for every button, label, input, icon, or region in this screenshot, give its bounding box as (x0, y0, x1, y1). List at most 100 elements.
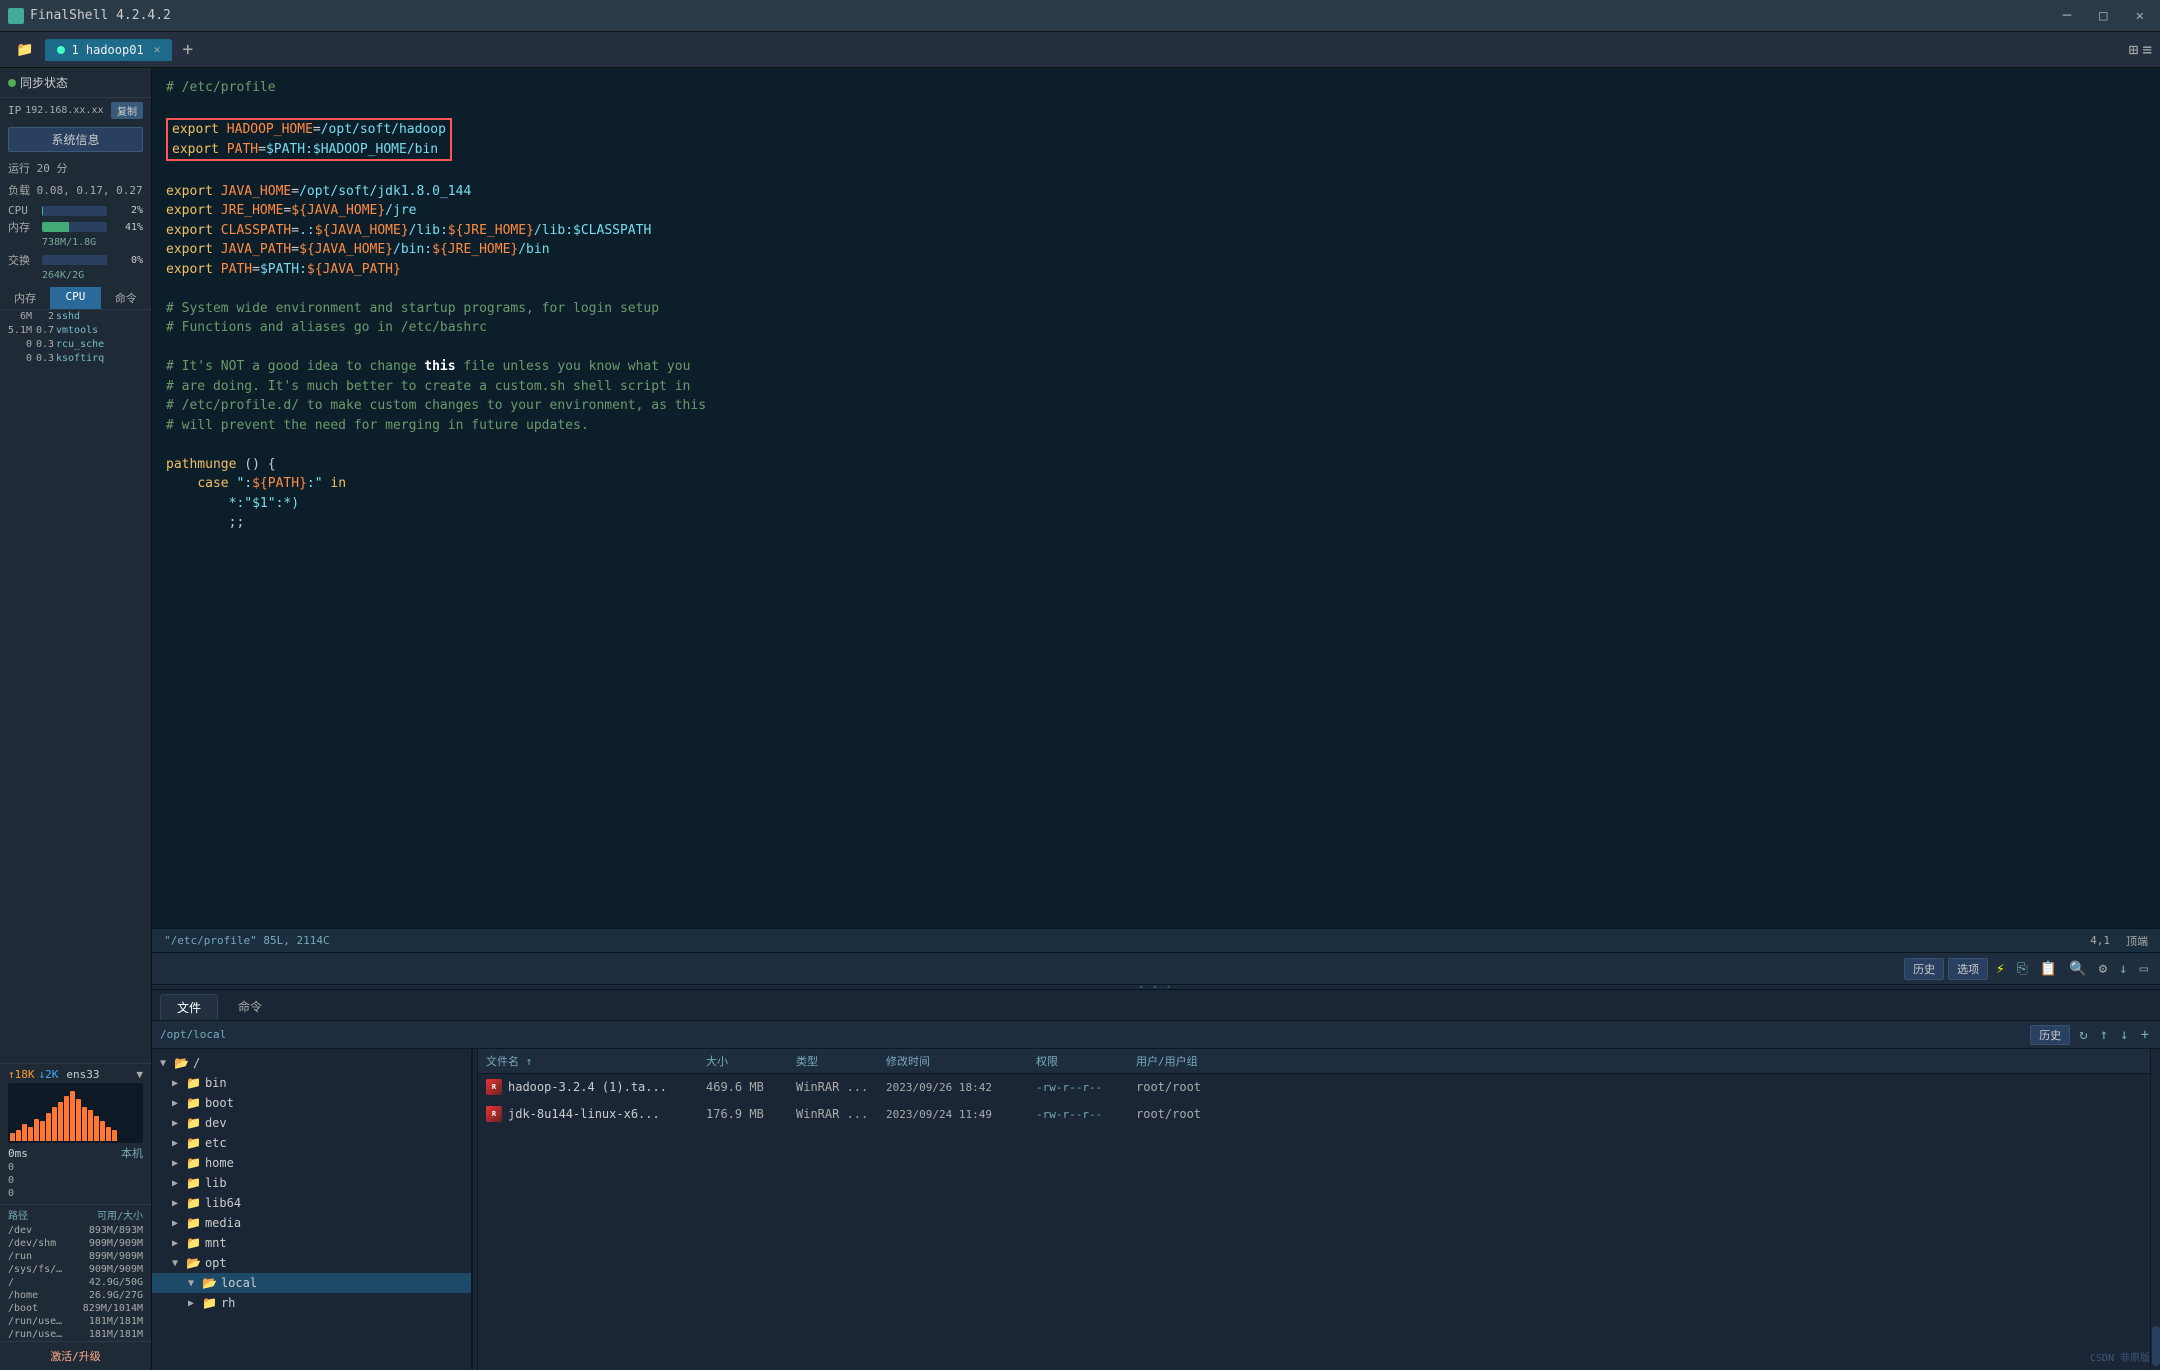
dir-item-lib[interactable]: ▶ 📁 lib (152, 1173, 471, 1193)
dir-item-lib64[interactable]: ▶ 📁 lib64 (152, 1193, 471, 1213)
dir-item-bin[interactable]: ▶ 📁 bin (152, 1073, 471, 1093)
header-user[interactable]: 用户/用户组 (1136, 1053, 1236, 1069)
swap-value: 0% (113, 255, 143, 266)
header-name[interactable]: 文件名 ↑ (486, 1053, 706, 1069)
net-bar (40, 1121, 45, 1141)
header-perm[interactable]: 权限 (1036, 1053, 1136, 1069)
list-view-icon[interactable]: ≡ (2142, 40, 2152, 59)
file-row[interactable]: R hadoop-3.2.4 (1).ta... 469.6 MB WinRAR… (478, 1074, 2150, 1101)
dir-item-home[interactable]: ▶ 📁 home (152, 1153, 471, 1173)
dir-item-dev[interactable]: ▶ 📁 dev (152, 1113, 471, 1133)
system-info-button[interactable]: 系统信息 (8, 127, 143, 152)
disk-section: 路径 可用/大小 /dev 893M/893M /dev/shm 909M/90… (0, 1204, 151, 1341)
sync-status: 同步状态 (0, 68, 151, 98)
directory-tree: ▼ 📂 / ▶ 📁 bin ▶ (152, 1049, 472, 1370)
tab-status-dot (57, 46, 65, 54)
scrollbar-thumb[interactable] (2152, 1326, 2160, 1366)
header-size[interactable]: 大小 (706, 1053, 796, 1069)
paste-icon[interactable]: 📋 (2036, 961, 2061, 977)
net-bar (52, 1107, 57, 1141)
dir-item-root[interactable]: ▼ 📂 / (152, 1053, 471, 1073)
window-icon[interactable]: ▭ (2136, 961, 2152, 977)
download-file-icon[interactable]: ↓ (2117, 1027, 2131, 1043)
terminal-line: export JAVA_PATH=${JAVA_HOME}/bin:${JRE_… (166, 240, 2146, 260)
terminal-line (166, 162, 2146, 182)
dir-item-boot[interactable]: ▶ 📁 boot (152, 1093, 471, 1113)
minimize-button[interactable]: ─ (2055, 6, 2079, 26)
net-upload: ↑18K (8, 1068, 35, 1081)
mem-bar-bg (42, 222, 107, 232)
sidebar: 同步状态 IP 192.168.xx.xx 复制 系统信息 运行 20 分 负载… (0, 68, 152, 1370)
cpu-label: CPU (8, 204, 36, 217)
disk-row: / 42.9G/50G (0, 1276, 151, 1289)
file-perm: -rw-r--r-- (1036, 1081, 1136, 1094)
proc-tab-cpu[interactable]: CPU (50, 287, 100, 309)
dir-item-media[interactable]: ▶ 📁 media (152, 1213, 471, 1233)
dir-name: opt (205, 1256, 227, 1270)
tab-hadoop01[interactable]: 1 hadoop01 ✕ (45, 39, 172, 61)
proc-tab-mem[interactable]: 内存 (0, 287, 50, 309)
net-download: ↓2K (39, 1068, 59, 1081)
dir-item-opt[interactable]: ▼ 📂 opt (152, 1253, 471, 1273)
ping-detail: 0 (8, 1187, 143, 1200)
terminal-output[interactable]: # /etc/profile export HADOOP_HOME=/opt/s… (152, 68, 2160, 928)
folder-icon: 📁 (186, 1096, 201, 1110)
search-icon[interactable]: 🔍 (2065, 961, 2090, 977)
app-container: 📁 1 hadoop01 ✕ + ⊞ ≡ 同步状态 IP 192.168.xx.… (0, 32, 2160, 1370)
disk-avail-header: 可用/大小 (97, 1207, 143, 1222)
header-date[interactable]: 修改时间 (886, 1053, 1036, 1069)
proc-cmd: ksoftirq (56, 353, 147, 364)
ip-row: IP 192.168.xx.xx 复制 (0, 98, 151, 123)
new-folder-icon[interactable]: + (2138, 1027, 2152, 1043)
dir-name: media (205, 1216, 241, 1230)
bottom-tab-commands[interactable]: 命令 (222, 994, 278, 1020)
sync-label: 同步状态 (20, 74, 68, 91)
mem-label: 内存 (8, 219, 36, 235)
net-bar (100, 1121, 105, 1141)
dir-item-local[interactable]: ▼ 📂 local (152, 1273, 471, 1293)
maximize-button[interactable]: □ (2091, 6, 2115, 26)
terminal-line: # are doing. It's much better to create … (166, 377, 2146, 397)
activate-button[interactable]: 激活/升级 (0, 1341, 151, 1370)
net-dropdown-icon[interactable]: ▼ (136, 1068, 143, 1081)
upload-icon[interactable]: ↑ (2097, 1027, 2111, 1043)
settings-icon[interactable]: ⚙ (2095, 961, 2111, 977)
download-icon[interactable]: ↓ (2115, 961, 2131, 977)
folder-icon: 📁 (186, 1236, 201, 1250)
dir-item-mnt[interactable]: ▶ 📁 mnt (152, 1233, 471, 1253)
close-button[interactable]: ✕ (2128, 6, 2152, 26)
copy-icon[interactable]: ⎘ (2013, 961, 2032, 977)
terminal-line: export HADOOP_HOME=/opt/soft/hadoop (172, 120, 446, 140)
net-bar (88, 1110, 93, 1141)
dir-arrow: ▶ (188, 1298, 198, 1309)
grid-view-icon[interactable]: ⊞ (2129, 40, 2139, 59)
options-button[interactable]: 选项 (1948, 958, 1988, 980)
dir-arrow: ▶ (172, 1218, 182, 1229)
terminal-line: # System wide environment and startup pr… (166, 299, 2146, 319)
dir-name: mnt (205, 1236, 227, 1250)
file-row[interactable]: R jdk-8u144-linux-x6... 176.9 MB WinRAR … (478, 1101, 2150, 1128)
folder-icon: 📁 (186, 1196, 201, 1210)
tab-close-button[interactable]: ✕ (154, 43, 161, 56)
refresh-icon[interactable]: ↻ (2076, 1027, 2090, 1043)
proc-cpu: 0.7 (32, 325, 56, 336)
history-button[interactable]: 历史 (1904, 958, 1944, 980)
header-type[interactable]: 类型 (796, 1053, 886, 1069)
dir-item-rh[interactable]: ▶ 📁 rh (152, 1293, 471, 1313)
copy-ip-button[interactable]: 复制 (111, 102, 143, 119)
dir-arrow: ▼ (172, 1258, 182, 1269)
dir-item-etc[interactable]: ▶ 📁 etc (152, 1133, 471, 1153)
terminal-status-bar: "/etc/profile" 85L, 2114C 4,1 顶端 (152, 928, 2160, 952)
proc-mem: 6M (4, 311, 32, 322)
vertical-scrollbar[interactable] (2150, 1049, 2160, 1370)
disk-row: /dev/shm 909M/909M (0, 1237, 151, 1250)
proc-tab-cmd[interactable]: 命令 (101, 287, 151, 309)
file-history-button[interactable]: 历史 (2030, 1025, 2070, 1045)
disk-header: 路径 可用/大小 (0, 1205, 151, 1224)
bottom-tab-files[interactable]: 文件 (160, 994, 218, 1020)
new-tab-button[interactable]: + (176, 39, 199, 60)
net-bar (46, 1113, 51, 1141)
proc-cmd: sshd (56, 311, 147, 322)
lightning-icon[interactable]: ⚡ (1992, 961, 2008, 977)
net-bar (58, 1102, 63, 1141)
